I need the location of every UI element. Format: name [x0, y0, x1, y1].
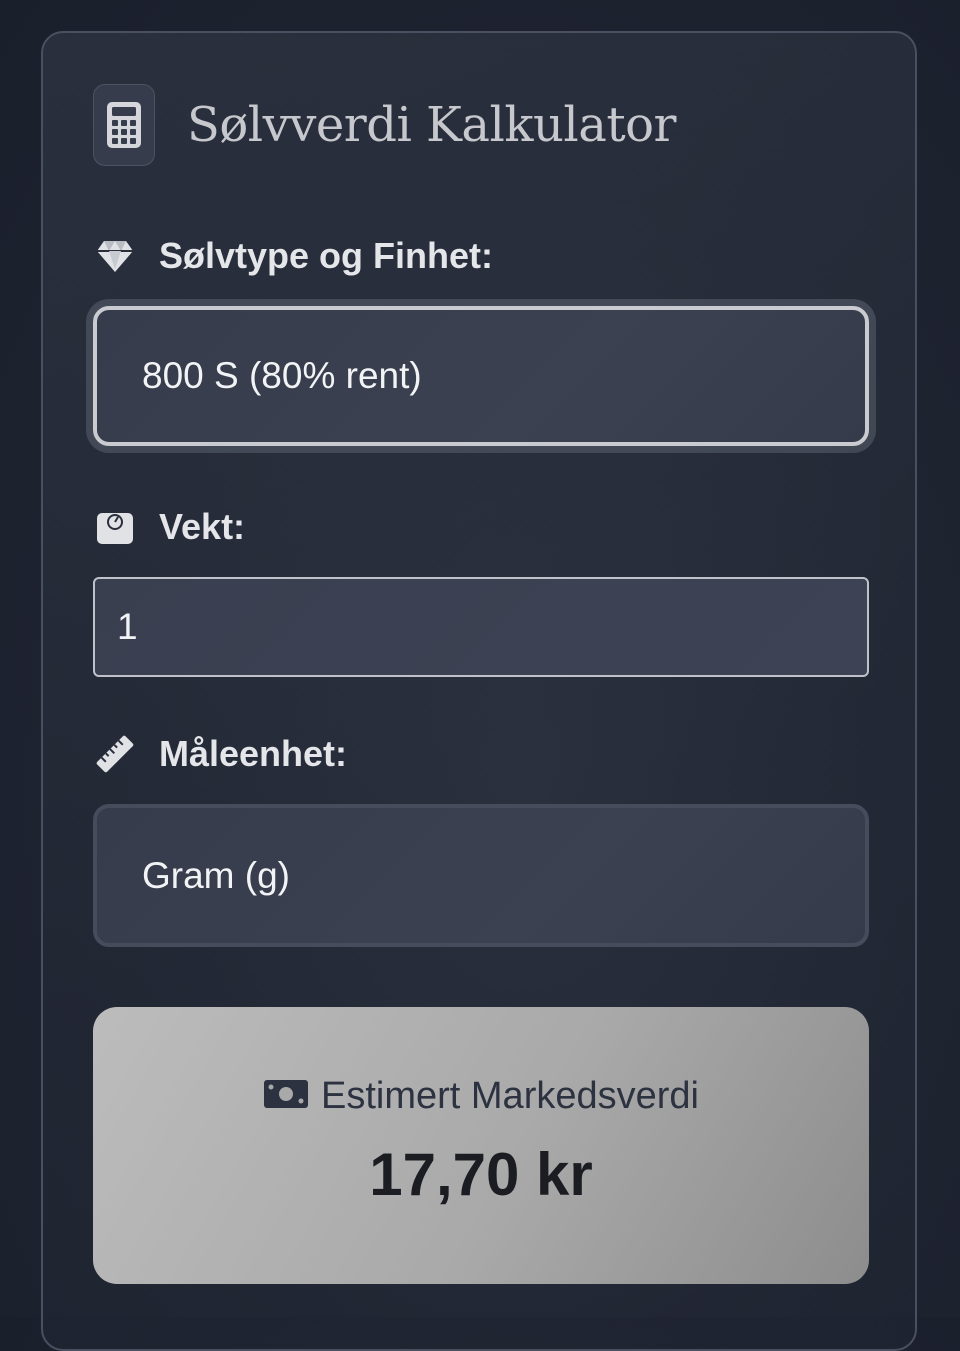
unit-selected-value: Gram (g) — [142, 854, 290, 896]
gem-icon — [95, 236, 135, 276]
silver-type-select[interactable]: 800 S (80% rent) — [93, 306, 869, 446]
title-row: Sølvverdi Kalkulator — [93, 83, 676, 167]
weight-label: Vekt: — [159, 506, 246, 547]
weight-label-row: Vekt: — [95, 502, 245, 552]
silver-type-label: Sølvtype og Finhet: — [159, 235, 494, 276]
unit-select[interactable]: Gram (g) — [93, 804, 869, 947]
result-label-row: Estimert Markedsverdi — [263, 1075, 699, 1118]
silver-type-label-row: Sølvtype og Finhet: — [95, 231, 493, 281]
ruler-icon — [95, 734, 135, 774]
scale-icon — [95, 507, 135, 547]
weight-input[interactable]: 1 — [93, 577, 869, 677]
result-value: 17,70 kr — [369, 1141, 593, 1208]
result-label: Estimert Markedsverdi — [321, 1075, 699, 1117]
weight-input-value: 1 — [117, 606, 138, 647]
money-bill-icon — [263, 1078, 309, 1115]
silver-type-selected-value: 800 S (80% rent) — [142, 355, 422, 396]
unit-label: Måleenhet: — [159, 733, 348, 774]
result-panel: Estimert Markedsverdi 17,70 kr — [93, 1007, 869, 1284]
page-title: Sølvverdi Kalkulator — [187, 97, 676, 153]
calculator-card: Sølvverdi Kalkulator Sølvtype og Finhet:… — [41, 31, 917, 1351]
calculator-icon — [93, 84, 155, 166]
unit-label-row: Måleenhet: — [95, 729, 347, 779]
